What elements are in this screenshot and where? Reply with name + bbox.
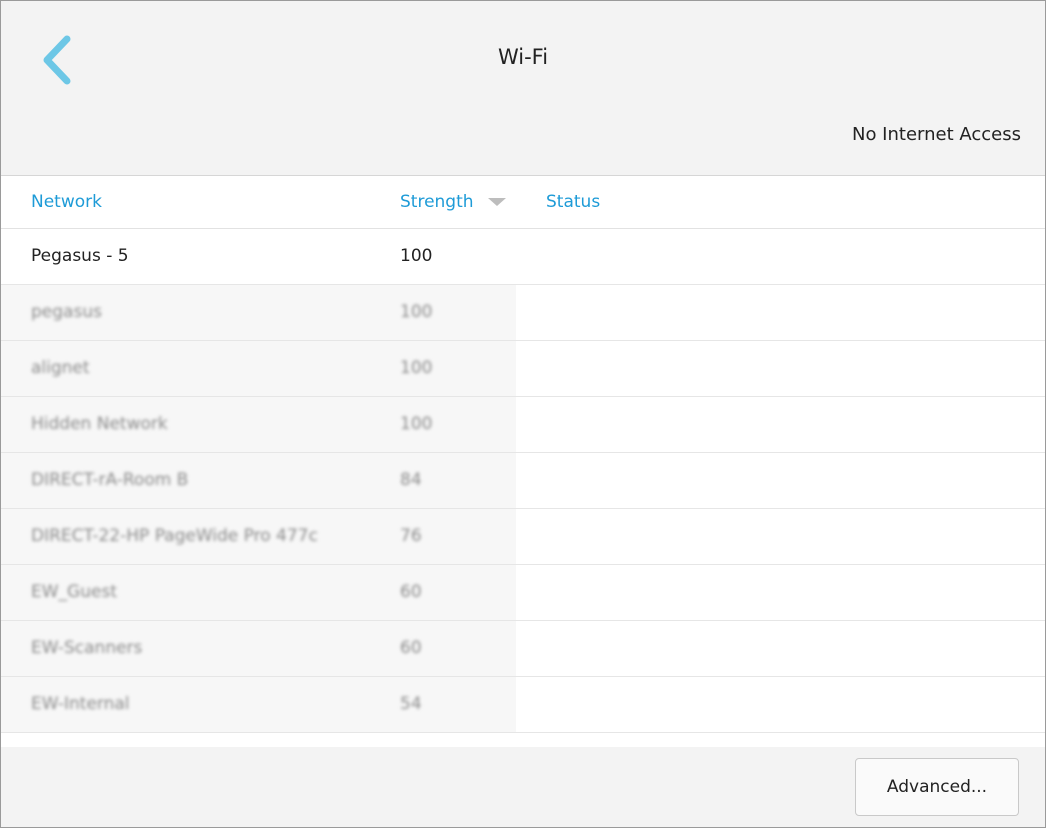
network-strength: 100 — [400, 414, 433, 434]
network-strength: 100 — [400, 246, 433, 266]
network-row[interactable]: EW-Internal 54 — [1, 677, 1045, 733]
table-end-spacer — [1, 733, 1045, 747]
network-strength: 60 — [400, 582, 422, 602]
network-row[interactable]: Hidden Network 100 — [1, 397, 1045, 453]
network-name: pegasus — [31, 302, 102, 322]
network-row[interactable]: DIRECT-22-HP PageWide Pro 477c 76 — [1, 509, 1045, 565]
network-name: EW-Internal — [31, 694, 130, 714]
network-strength: 84 — [400, 470, 422, 490]
wifi-settings-window: Wi-Fi No Internet Access Network Strengt… — [0, 0, 1046, 828]
network-strength: 100 — [400, 302, 433, 322]
column-header-strength[interactable]: Strength — [400, 192, 506, 212]
footer: Advanced... — [1, 747, 1045, 827]
network-name: EW-Scanners — [31, 638, 143, 658]
network-name: DIRECT-rA-Room B — [31, 470, 189, 490]
page-title: Wi-Fi — [497, 45, 549, 69]
network-row[interactable]: EW_Guest 60 — [1, 565, 1045, 621]
column-header-strength-label: Strength — [400, 192, 474, 212]
advanced-button[interactable]: Advanced... — [855, 758, 1019, 816]
network-strength: 54 — [400, 694, 422, 714]
table-header: Network Strength Status — [1, 176, 1045, 229]
header: Wi-Fi No Internet Access — [1, 1, 1045, 176]
column-header-status[interactable]: Status — [546, 192, 600, 212]
column-header-network[interactable]: Network — [31, 192, 102, 212]
network-row[interactable]: alignet 100 — [1, 341, 1045, 397]
network-list: Pegasus - 5 100 pegasus 100 alignet 100 … — [1, 229, 1045, 733]
network-strength: 76 — [400, 526, 422, 546]
network-strength: 100 — [400, 358, 433, 378]
network-strength: 60 — [400, 638, 422, 658]
network-row[interactable]: DIRECT-rA-Room B 84 — [1, 453, 1045, 509]
network-name: DIRECT-22-HP PageWide Pro 477c — [31, 526, 318, 546]
connection-status: No Internet Access — [851, 124, 1021, 145]
network-row[interactable]: pegasus 100 — [1, 285, 1045, 341]
network-row[interactable]: EW-Scanners 60 — [1, 621, 1045, 677]
network-row[interactable]: Pegasus - 5 100 — [1, 229, 1045, 285]
sort-descending-icon — [487, 198, 506, 206]
network-name: Hidden Network — [31, 414, 168, 434]
network-name: Pegasus - 5 — [31, 246, 129, 266]
network-name: alignet — [31, 358, 90, 378]
network-table: Network Strength Status Pegasus - 5 100 … — [1, 176, 1045, 747]
network-name: EW_Guest — [31, 582, 117, 602]
